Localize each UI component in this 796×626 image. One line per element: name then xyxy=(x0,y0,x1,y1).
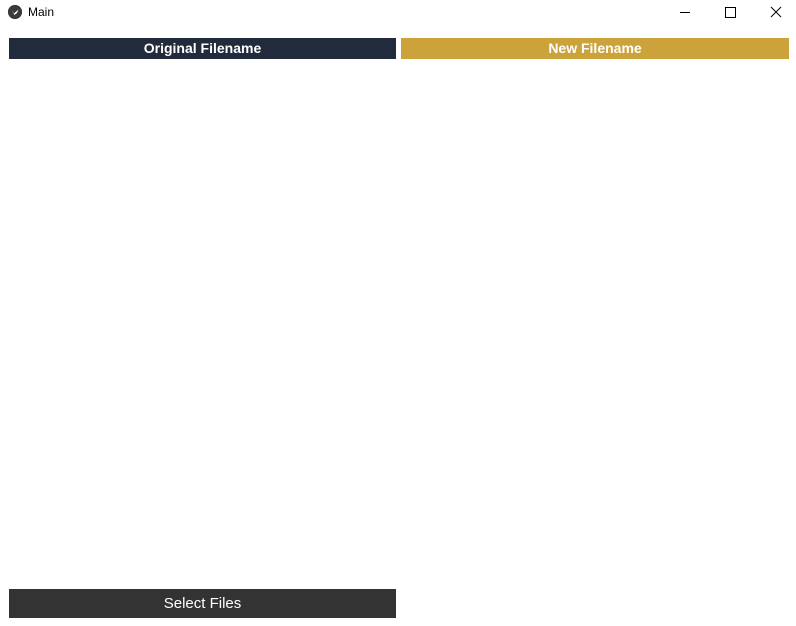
original-filename-list xyxy=(9,59,396,587)
minimize-button[interactable] xyxy=(663,0,708,26)
original-filename-header: Original Filename xyxy=(9,38,396,59)
minimize-icon xyxy=(680,12,690,13)
main-window: Main Original Filename New Filename Sele… xyxy=(0,0,796,626)
close-icon xyxy=(770,6,782,18)
maximize-icon xyxy=(725,7,736,18)
new-filename-header: New Filename xyxy=(401,38,789,59)
close-button[interactable] xyxy=(753,0,796,26)
title-bar[interactable]: Main xyxy=(0,0,796,26)
new-filename-list xyxy=(401,59,789,587)
select-files-button[interactable]: Select Files xyxy=(9,589,396,618)
app-icon xyxy=(8,5,22,19)
maximize-button[interactable] xyxy=(708,0,753,26)
window-title: Main xyxy=(28,5,55,19)
